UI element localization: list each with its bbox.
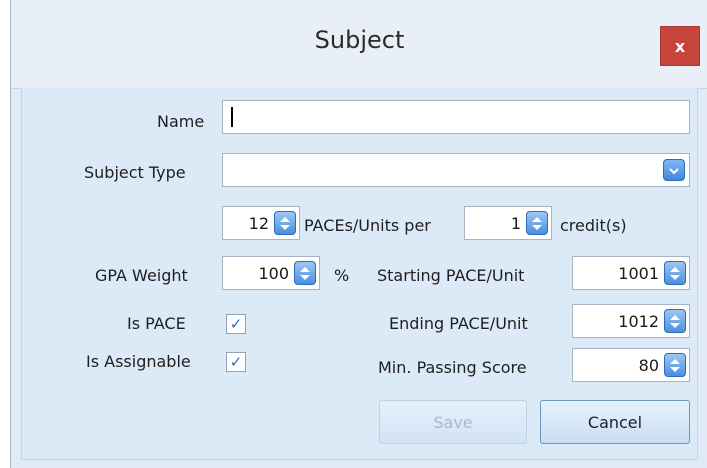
text-caret [231,107,233,127]
spin-up-icon [670,266,680,272]
spin-button[interactable] [294,261,316,285]
spin-up-icon [670,358,680,364]
gpa-weight-label: GPA Weight [95,266,188,285]
spin-button[interactable] [664,309,686,333]
is-pace-checkbox[interactable]: ✓ [226,314,246,334]
paces-units-per-label: PACEs/Units per [304,216,431,235]
ending-pace-label: Ending PACE/Unit [389,314,528,333]
dropdown-button[interactable] [663,159,685,181]
is-assignable-label: Is Assignable [86,352,191,371]
spin-button[interactable] [274,211,296,235]
is-assignable-checkbox[interactable]: ✓ [226,352,246,372]
is-pace-label: Is PACE [127,314,186,333]
starting-pace-value: 1001 [618,263,659,283]
spin-button[interactable] [664,261,686,285]
credits-spinner[interactable]: 1 [464,206,552,240]
dialog-title: Subject [314,26,405,54]
paces-count-value: 12 [248,213,269,233]
credits-label: credit(s) [560,216,627,235]
spin-button[interactable] [664,353,686,377]
spin-button[interactable] [526,211,548,235]
spin-up-icon [532,216,542,222]
min-passing-label: Min. Passing Score [378,358,527,377]
checkmark-icon: ✓ [229,352,243,371]
subject-dialog: Subject x Name Subject Type 12 PACEs/Uni… [10,0,707,468]
spin-down-icon [300,274,310,280]
spin-up-icon [280,216,290,222]
dialog-content: Name Subject Type 12 PACEs/Units per 1 c… [21,88,698,460]
spin-down-icon [670,274,680,280]
close-button[interactable]: x [660,26,700,66]
save-button[interactable]: Save [379,400,527,444]
credits-value: 1 [510,213,521,233]
title-bar[interactable]: Subject x [11,0,707,89]
subject-type-dropdown[interactable] [222,153,690,187]
spin-up-icon [300,266,310,272]
min-passing-value: 80 [638,355,659,375]
gpa-weight-unit: % [334,266,350,285]
name-label: Name [157,112,205,131]
spin-down-icon [532,224,542,230]
min-passing-spinner[interactable]: 80 [572,348,690,382]
starting-pace-spinner[interactable]: 1001 [572,256,690,290]
ending-pace-value: 1012 [618,311,659,331]
checkmark-icon: ✓ [229,314,243,333]
chevron-down-icon [668,161,680,180]
spin-down-icon [280,224,290,230]
cancel-button[interactable]: Cancel [540,400,690,444]
starting-pace-label: Starting PACE/Unit [377,266,525,285]
ending-pace-spinner[interactable]: 1012 [572,304,690,338]
gpa-weight-value: 100 [258,263,289,283]
name-input[interactable] [222,100,690,134]
spin-down-icon [670,366,680,372]
paces-count-spinner[interactable]: 12 [222,206,300,240]
spin-up-icon [670,314,680,320]
gpa-weight-spinner[interactable]: 100 [222,256,320,290]
spin-down-icon [670,322,680,328]
close-icon: x [674,36,686,56]
subject-type-label: Subject Type [84,163,186,182]
